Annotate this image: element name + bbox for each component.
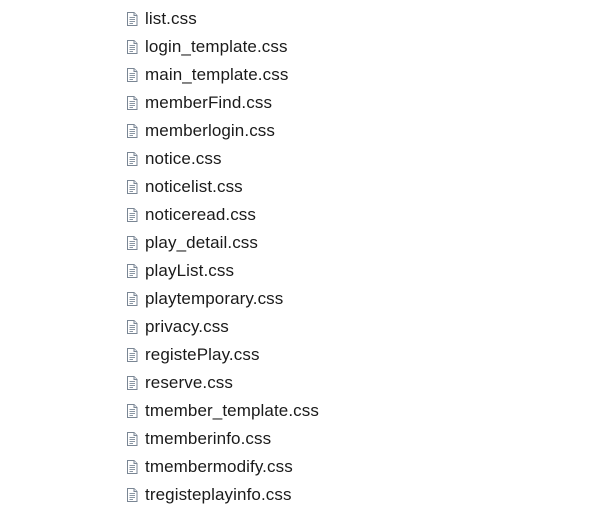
css-file-icon	[124, 291, 140, 307]
css-file-icon	[124, 11, 140, 27]
file-name: notice.css	[145, 149, 222, 168]
css-file-icon	[124, 151, 140, 167]
file-item[interactable]: privacy.css	[124, 313, 319, 341]
css-file-icon	[124, 39, 140, 55]
file-item[interactable]: memberFind.css	[124, 89, 319, 117]
file-name: login_template.css	[145, 37, 288, 56]
css-file-icon	[124, 487, 140, 503]
css-file-icon	[124, 459, 140, 475]
css-file-icon	[124, 67, 140, 83]
file-item[interactable]: noticelist.css	[124, 173, 319, 201]
css-file-icon	[124, 235, 140, 251]
file-name: play_detail.css	[145, 233, 259, 252]
file-item[interactable]: noticeread.css	[124, 201, 319, 229]
file-item[interactable]: notice.css	[124, 145, 319, 173]
css-file-icon	[124, 95, 140, 111]
file-item[interactable]: reserve.css	[124, 369, 319, 397]
file-name: tmemberinfo.css	[145, 429, 272, 448]
css-file-icon	[124, 431, 140, 447]
file-name: privacy.css	[145, 317, 229, 336]
file-item[interactable]: play_detail.css	[124, 229, 319, 257]
file-name: tmembermodify.css	[145, 457, 293, 476]
css-file-icon	[124, 319, 140, 335]
file-name: main_template.css	[145, 65, 289, 84]
css-file-icon	[124, 375, 140, 391]
file-item[interactable]: list.css	[124, 5, 319, 33]
css-file-icon	[124, 347, 140, 363]
css-file-icon	[124, 207, 140, 223]
file-item[interactable]: tregisteplayinfo.css	[124, 481, 319, 509]
file-name: memberlogin.css	[145, 121, 275, 140]
css-file-icon	[124, 403, 140, 419]
file-name: list.css	[145, 9, 197, 28]
file-item[interactable]: tmemberinfo.css	[124, 425, 319, 453]
file-name: tregisteplayinfo.css	[145, 485, 292, 504]
file-item[interactable]: main_template.css	[124, 61, 319, 89]
css-file-icon	[124, 179, 140, 195]
file-item[interactable]: login_template.css	[124, 33, 319, 61]
file-item[interactable]: tmember_template.css	[124, 397, 319, 425]
file-name: playtemporary.css	[145, 289, 284, 308]
file-list: list.css login_template.css main_templat…	[124, 5, 319, 509]
file-item[interactable]: tmembermodify.css	[124, 453, 319, 481]
file-item[interactable]: playList.css	[124, 257, 319, 285]
file-name: memberFind.css	[145, 93, 273, 112]
file-item[interactable]: memberlogin.css	[124, 117, 319, 145]
file-item[interactable]: playtemporary.css	[124, 285, 319, 313]
css-file-icon	[124, 123, 140, 139]
file-name: registePlay.css	[145, 345, 260, 364]
file-item[interactable]: registePlay.css	[124, 341, 319, 369]
file-name: playList.css	[145, 261, 235, 280]
file-name: noticeread.css	[145, 205, 257, 224]
file-tree: list.css login_template.css main_templat…	[0, 0, 598, 510]
file-name: reserve.css	[145, 373, 234, 392]
file-name: tmember_template.css	[145, 401, 319, 420]
file-name: noticelist.css	[145, 177, 243, 196]
css-file-icon	[124, 263, 140, 279]
